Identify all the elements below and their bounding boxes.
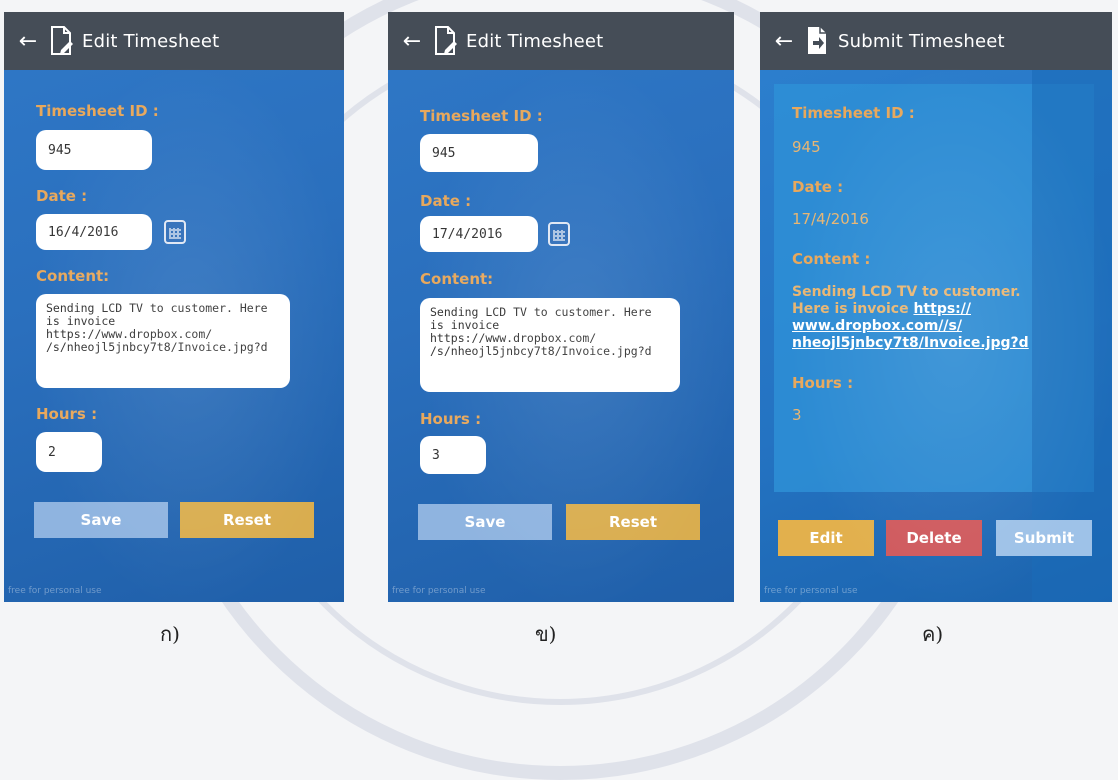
app-bar: ← Submit Timesheet [760, 12, 1112, 70]
content-text: Sending LCD TV to customer. Here is invo… [792, 284, 1021, 317]
save-button[interactable]: Save [418, 504, 552, 540]
hours-label: Hours : [36, 405, 98, 423]
hours-value: 3 [792, 406, 802, 424]
footer-note: free for personal use [8, 586, 102, 596]
app-bar: ← Edit Timesheet [388, 12, 734, 70]
content-label: Content: [36, 267, 110, 285]
reset-button[interactable]: Reset [180, 502, 314, 538]
timesheet-id-input[interactable]: 945 [36, 130, 152, 170]
caption-c: ค) [922, 622, 944, 646]
content-label: Content : [792, 250, 871, 268]
hours-label: Hours : [792, 374, 854, 392]
date-input[interactable]: 17/4/2016 [420, 216, 538, 252]
back-arrow-icon[interactable]: ← [764, 29, 804, 54]
back-arrow-icon[interactable]: ← [392, 29, 432, 54]
date-label: Date : [792, 178, 844, 196]
hours-input[interactable]: 3 [420, 436, 486, 474]
timesheet-id-label: Timesheet ID : [420, 107, 543, 125]
reset-button[interactable]: Reset [566, 504, 700, 540]
content-textarea[interactable]: Sending LCD TV to customer. Here is invo… [36, 294, 290, 388]
phone-screen-submit: ← Submit Timesheet Timesheet ID : 945 Da… [760, 12, 1112, 602]
footer-note: free for personal use [764, 586, 858, 596]
date-input[interactable]: 16/4/2016 [36, 214, 152, 250]
timesheet-id-label: Timesheet ID : [36, 102, 159, 120]
calendar-icon[interactable] [164, 220, 186, 244]
date-label: Date : [36, 187, 88, 205]
phone-screen-edit-2: ← Edit Timesheet Timesheet ID : 945 Date… [388, 12, 734, 602]
screen-title: Edit Timesheet [466, 30, 604, 52]
content-textarea[interactable]: Sending LCD TV to customer. Here is invo… [420, 298, 680, 392]
submit-button[interactable]: Submit [996, 520, 1092, 556]
submit-document-icon [808, 27, 826, 54]
content-label: Content: [420, 270, 494, 288]
date-value: 17/4/2016 [792, 210, 869, 228]
save-button[interactable]: Save [34, 502, 168, 538]
date-label: Date : [420, 192, 472, 210]
edit-button[interactable]: Edit [778, 520, 874, 556]
caption-b: ข) [535, 622, 557, 646]
hours-input[interactable]: 2 [36, 432, 102, 472]
edit-document-icon [435, 26, 457, 55]
delete-button[interactable]: Delete [886, 520, 982, 556]
timesheet-id-input[interactable]: 945 [420, 134, 538, 172]
content-value: Sending LCD TV to customer. Here is invo… [792, 284, 1042, 352]
caption-a: ก) [160, 622, 180, 646]
app-bar: ← Edit Timesheet [4, 12, 344, 70]
timesheet-id-label: Timesheet ID : [792, 104, 915, 122]
footer-note: free for personal use [392, 586, 486, 596]
phone-screen-edit-1: ← Edit Timesheet Timesheet ID : 945 Date… [4, 12, 344, 602]
screen-title: Submit Timesheet [838, 30, 1005, 52]
calendar-icon[interactable] [548, 222, 570, 246]
hours-label: Hours : [420, 410, 482, 428]
back-arrow-icon[interactable]: ← [8, 29, 48, 54]
edit-document-icon [51, 26, 73, 55]
timesheet-id-value: 945 [792, 138, 821, 156]
screen-title: Edit Timesheet [82, 30, 220, 52]
